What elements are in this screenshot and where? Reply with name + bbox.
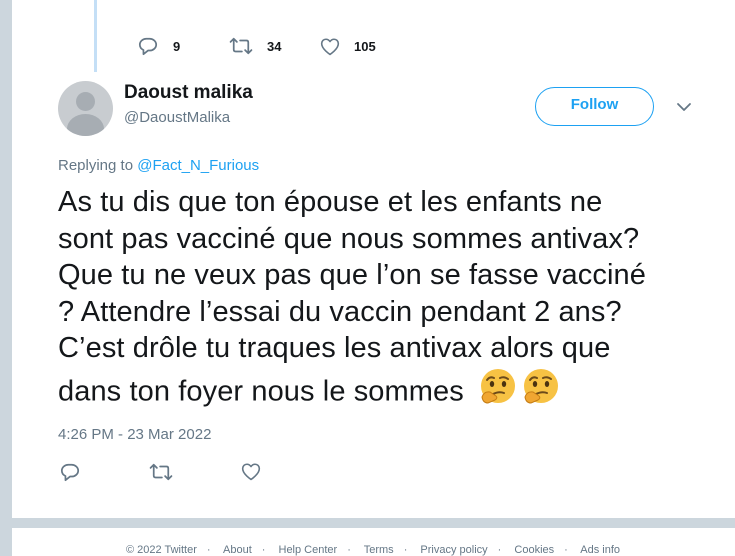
footer-link-about[interactable]: About xyxy=(223,544,252,556)
footer-copyright: © 2022 Twitter xyxy=(126,544,197,556)
previous-reply-count: 9 xyxy=(173,38,181,54)
tweet-text-line: As tu dis que ton épouse et les enfants … xyxy=(58,186,603,218)
tweet-text-line: ? Attendre l’essai du vaccin pendant 2 a… xyxy=(58,295,622,328)
like-button[interactable] xyxy=(241,462,261,481)
chevron-down-icon[interactable] xyxy=(676,100,692,114)
previous-retweet-count: 34 xyxy=(267,38,282,54)
thinking-face-emoji-icon xyxy=(524,368,559,404)
footer-link-ads-info[interactable]: Ads info xyxy=(580,544,620,556)
replying-to: Replying to @Fact_N_Furious xyxy=(58,157,259,174)
author-handle[interactable]: @DaoustMalika xyxy=(124,109,230,126)
previous-reply-button[interactable]: 9 xyxy=(137,36,180,56)
tweet-timestamp[interactable]: 4:26 PM - 23 Mar 2022 xyxy=(58,426,211,443)
footer-link-cookies[interactable]: Cookies xyxy=(514,544,554,556)
previous-like-count: 105 xyxy=(354,38,376,54)
reply-icon xyxy=(138,37,158,56)
heart-icon xyxy=(320,37,340,55)
retweet-icon xyxy=(149,463,173,481)
footer-link-privacy[interactable]: Privacy policy xyxy=(420,544,487,556)
reply-button[interactable] xyxy=(59,462,81,482)
footer-link-terms[interactable]: Terms xyxy=(364,544,394,556)
reply-icon xyxy=(60,463,80,482)
thread-connector-line xyxy=(94,0,97,72)
tweet-text-line: C’est drôle tu traques les antivax alors… xyxy=(58,332,611,364)
tweet-text-line: sont pas vacciné que nous sommes antivax… xyxy=(58,222,640,255)
tweet-text-line: dans ton foyer nous le sommes xyxy=(58,375,464,408)
retweet-icon xyxy=(229,37,253,55)
replying-to-label: Replying to xyxy=(58,157,134,174)
heart-icon xyxy=(241,463,261,481)
author-name[interactable]: Daoust malika xyxy=(124,82,253,104)
tweet-text: As tu dis que ton épouse et les enfants … xyxy=(58,184,698,413)
avatar[interactable] xyxy=(58,81,113,136)
emoji-group xyxy=(478,367,564,407)
previous-retweet-button[interactable]: 34 xyxy=(229,36,281,56)
previous-like-button[interactable]: 105 xyxy=(320,37,376,56)
tweet-card: 9 34 105 Daoust malika @DaoustMalika Fol… xyxy=(12,0,735,518)
avatar-body-shape xyxy=(67,114,104,136)
replying-to-mention-link[interactable]: @Fact_N_Furious xyxy=(137,157,259,174)
retweet-button[interactable] xyxy=(149,462,173,482)
follow-button[interactable]: Follow xyxy=(535,87,654,126)
tweet-text-line: Que tu ne veux pas que l’on se fasse vac… xyxy=(58,259,646,291)
tweet-text-last-line: dans ton foyer nous le sommes xyxy=(58,368,698,413)
avatar-head-shape xyxy=(76,92,95,111)
footer-link-help-center[interactable]: Help Center xyxy=(279,544,338,556)
footer-links: © 2022 Twitter · About · Help Center · Term… xyxy=(126,544,621,556)
thinking-face-emoji-icon xyxy=(481,368,516,404)
